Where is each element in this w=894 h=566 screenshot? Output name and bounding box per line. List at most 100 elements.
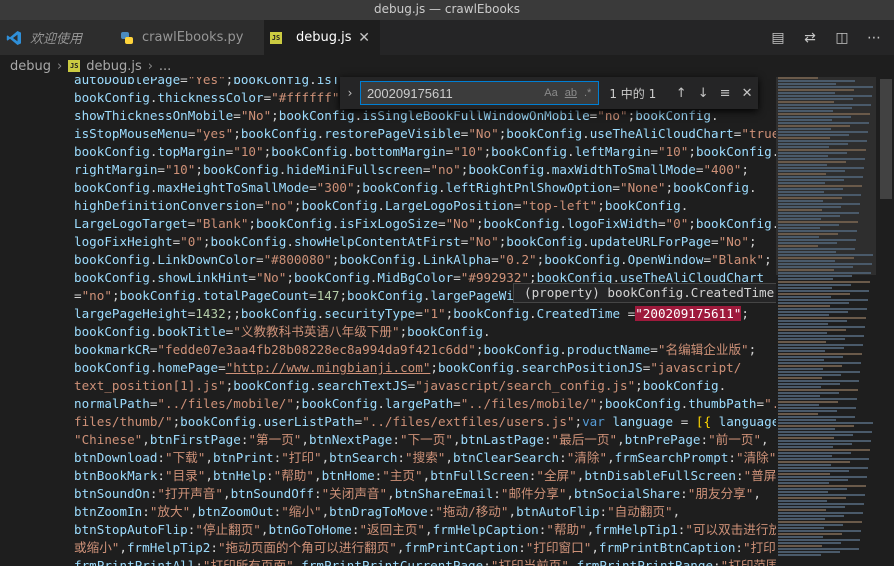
code-line[interactable]: frmPrintPrintAll:"打印所有页面",frmPrintPrintC… [74, 557, 776, 566]
code-line[interactable]: isStopMouseMenu="yes";bookConfig.restore… [74, 125, 776, 143]
find-in-selection-icon[interactable]: ≡ [714, 86, 736, 101]
code-line[interactable]: btnBookMark:"目录",btnHelp:"帮助",btnHome:"主… [74, 467, 776, 485]
code-token: productName [566, 342, 651, 357]
code-line[interactable]: LargeLogoTarget="Blank";bookConfig.isFix… [74, 215, 776, 233]
breadcrumb-more[interactable]: ... [159, 59, 171, 74]
split-editor-icon[interactable]: ◫ [832, 30, 852, 46]
code-token: = [180, 77, 188, 87]
code-line[interactable]: btnZoomIn:"放大",btnZoomOut:"缩小",btnDragTo… [74, 503, 774, 521]
code-token: "Yes" [187, 77, 226, 87]
code-line[interactable]: largePageHeight=1432;;bookConfig.securit… [74, 305, 774, 323]
minimap-line [778, 311, 848, 313]
code-token: , [190, 504, 198, 519]
toggle-replace-icon[interactable]: › [340, 86, 360, 100]
code-token: btnFirstPage [149, 432, 241, 447]
code-line[interactable]: bookConfig.homePage="http://www.mingbian… [74, 359, 774, 377]
minimap-line [778, 476, 867, 478]
minimap-line [778, 494, 865, 496]
tab-welcome[interactable]: 欢迎使用 [0, 20, 114, 55]
code-token: isFixLogoSize [339, 216, 438, 231]
compare-icon[interactable]: ⇄ [800, 30, 820, 46]
code-line[interactable]: showThicknessOnMobile="No";bookConfig.is… [74, 107, 774, 125]
tab-debug-js[interactable]: JS debug.js ✕ [264, 20, 380, 55]
code-token: 或缩小" [74, 540, 120, 555]
code-line[interactable]: bookConfig.maxHeightToSmallMode="300";bo… [74, 179, 774, 197]
minimap-line [778, 341, 826, 343]
code-token: "no" [430, 162, 461, 177]
tab-crawlebooks-py[interactable]: crawlEbooks.py [114, 20, 264, 55]
code-token: "10" [453, 144, 484, 159]
open-changes-icon[interactable]: ▤ [768, 30, 788, 46]
whole-word-toggle[interactable]: ab [565, 87, 577, 99]
minimap-line [778, 467, 868, 469]
code-line[interactable]: rightMargin="10";bookConfig.hideMiniFull… [74, 161, 774, 179]
minimap-line [778, 509, 826, 511]
previous-match-icon[interactable]: ↑ [670, 86, 692, 101]
code-line[interactable]: logoFixHeight="0";bookConfig.showHelpCon… [74, 233, 774, 251]
code-token: "no" [263, 198, 294, 213]
regex-toggle[interactable]: .* [584, 87, 591, 99]
code-token: CreatedTime [536, 306, 621, 321]
breadcrumb-file[interactable]: debug.js [86, 59, 142, 74]
minimap-line [778, 137, 830, 139]
code-token: btnSoundOff [230, 486, 314, 501]
match-case-toggle[interactable]: Aa [544, 87, 557, 99]
minimap-line [778, 356, 843, 358]
code-line[interactable]: btnSoundOn:"打开声音",btnSoundOff:"关闭声音",btn… [74, 485, 774, 503]
code-token: ; [293, 198, 302, 213]
code-line[interactable]: 或缩小",frmHelpTip2:"拖动页面的个角可以进行翻页",frmPrin… [74, 539, 776, 557]
scrollbar-thumb[interactable] [880, 79, 892, 199]
code-line[interactable]: normalPath="../files/mobile/";bookConfig… [74, 395, 776, 413]
code-token: "拖动页面的个角可以进行翻页" [217, 540, 397, 555]
code-token: frmHelpTip2 [126, 540, 211, 555]
code-line[interactable]: bookmarkCR = "fedde07e3aa4fb28b08228ec8a99… [74, 341, 774, 359]
close-icon[interactable]: ✕ [736, 86, 758, 101]
vertical-scrollbar[interactable] [876, 77, 894, 566]
code-token: : [493, 486, 501, 501]
code-token: : [728, 450, 736, 465]
find-input[interactable] [364, 84, 545, 102]
code-token: ; [248, 216, 256, 231]
code-token: "放大" [149, 504, 191, 519]
code-line[interactable]: btnDownload:"下载",btnPrint:"打印",btnSearch… [74, 449, 776, 467]
minimap[interactable] [776, 77, 876, 566]
code-token: 147 [316, 288, 340, 303]
code-token: "javascript/search_config.js" [415, 378, 636, 393]
breadcrumb-folder[interactable]: debug [10, 59, 51, 74]
code-line[interactable]: highDefinitionConversion="no";bookConfig… [74, 197, 774, 215]
minimap-line [778, 146, 829, 148]
code-line[interactable]: "Chinese",btnFirstPage:"第一页",btnNextPage… [74, 431, 774, 449]
code-line[interactable]: text_position[1].js";bookConfig.searchTe… [74, 377, 774, 395]
code-token: ; [597, 396, 605, 411]
code-line[interactable]: bookConfig.LinkDownColor="#800080";bookC… [74, 251, 774, 269]
code-line[interactable]: btnStopAutoFlip:"停止翻页",btnGoToHome:"返回主页… [74, 521, 776, 539]
minimap-line [778, 455, 832, 457]
code-token: bookConfig [240, 306, 317, 321]
minimap-line [778, 320, 847, 322]
code-token: = [673, 414, 696, 429]
code-token: : [700, 432, 709, 447]
code-line[interactable]: bookConfig.topMargin="10";bookConfig.bot… [74, 143, 776, 161]
code-token: ; [741, 162, 749, 177]
minimap-line [778, 416, 855, 418]
code-token: ; [430, 360, 438, 375]
code-content[interactable]: autoDoublePage="Yes";bookConfig.isThe boo… [74, 77, 776, 566]
minimap-line [778, 359, 824, 361]
code-token: btnSearch [329, 450, 398, 465]
code-line[interactable]: bookConfig.bookTitle="义教教科书英语八年级下册";book… [74, 323, 774, 341]
code-token: "../files/extfiles/users.js" [362, 414, 575, 429]
minimap-line [778, 488, 847, 490]
next-match-icon[interactable]: ↓ [692, 86, 714, 101]
more-actions-icon[interactable]: ⋯ [864, 30, 884, 46]
code-token: "目录" [165, 468, 206, 483]
code-token: "10" [233, 144, 264, 159]
code-line[interactable]: files/thumb/"; bookConfig.userListPath = ".… [74, 413, 776, 431]
find-widget: › Aa ab .* 1 中的 1 ↑ ↓ ≡ ✕ [340, 77, 758, 109]
code-token: bookmarkCR [74, 342, 150, 357]
code-editor[interactable]: autoDoublePage="Yes";bookConfig.isThe boo… [0, 77, 776, 566]
close-icon[interactable]: ✕ [358, 30, 370, 46]
code-token: btnPrePage [624, 432, 701, 447]
code-token: "top-left" [521, 198, 598, 213]
minimap-line [778, 434, 853, 436]
chevron-right-icon: › [57, 58, 63, 74]
